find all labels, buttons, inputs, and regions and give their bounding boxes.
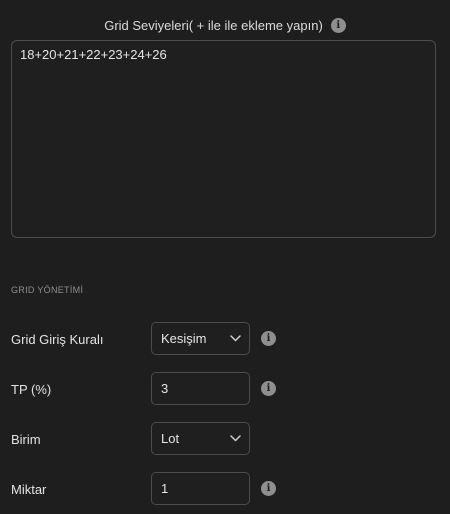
unit-value: Lot xyxy=(161,431,180,446)
tp-percent-value: 3 xyxy=(161,381,169,396)
chevron-down-icon xyxy=(230,335,241,342)
tp-percent-label: TP (%) xyxy=(11,382,52,397)
info-icon[interactable]: i xyxy=(330,18,346,34)
grid-levels-title: Grid Seviyeleri( + ile ile ekleme yapın) xyxy=(104,18,323,34)
info-icon[interactable]: i xyxy=(261,331,276,346)
chevron-down-icon xyxy=(230,435,241,442)
grid-entry-rule-select[interactable]: Kesişim xyxy=(151,322,250,355)
info-icon[interactable]: i xyxy=(261,481,276,496)
unit-label: Birim xyxy=(11,432,41,447)
tp-percent-input[interactable]: 3 xyxy=(151,372,250,405)
grid-entry-rule-label: Grid Giriş Kuralı xyxy=(11,332,104,347)
grid-entry-rule-value: Kesişim xyxy=(161,331,207,346)
grid-levels-textarea[interactable]: 18+20+21+22+23+24+26 xyxy=(11,40,436,238)
unit-select[interactable]: Lot xyxy=(151,422,250,455)
amount-input[interactable]: 1 xyxy=(151,472,250,505)
grid-settings-panel: Grid Seviyeleri( + ile ile ekleme yapın)… xyxy=(0,0,450,514)
amount-value: 1 xyxy=(161,481,169,496)
info-icon[interactable]: i xyxy=(261,381,276,396)
grid-levels-title-row: Grid Seviyeleri( + ile ile ekleme yapın)… xyxy=(0,17,450,34)
amount-label: Miktar xyxy=(11,482,47,497)
section-title-grid-management: GRID YÖNETİMİ xyxy=(11,285,84,295)
